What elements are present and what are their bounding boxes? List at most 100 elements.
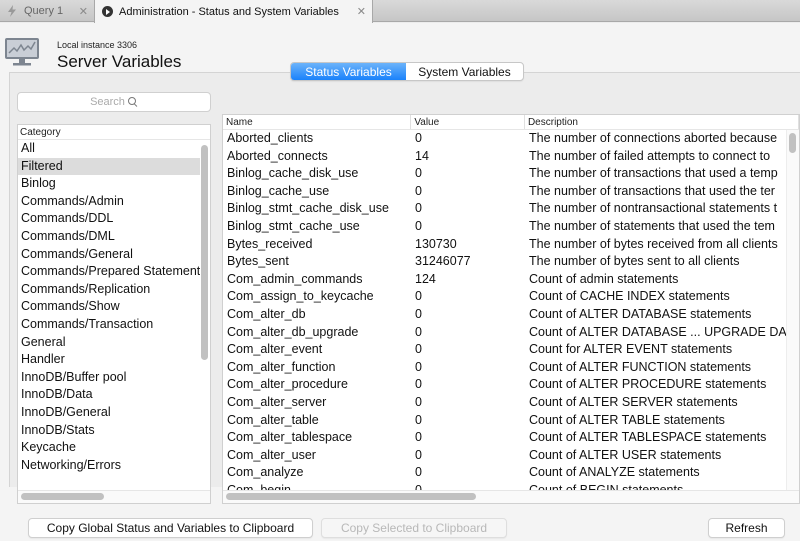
tab-administration[interactable]: Administration - Status and System Varia…: [94, 0, 373, 23]
category-list: Category All Filtered Binlog Commands/Admin…: [17, 124, 211, 504]
lightning-icon: [6, 5, 18, 17]
cell-description: Count of ALTER TABLESPACE statements: [529, 430, 767, 445]
category-item[interactable]: Commands/Replication: [18, 281, 200, 299]
copy-selected-button[interactable]: Copy Selected to Clipboard: [321, 518, 507, 538]
category-item[interactable]: InnoDB/Data: [18, 386, 200, 404]
copy-global-button[interactable]: Copy Global Status and Variables to Clip…: [28, 518, 313, 538]
cell-description: Count of ALTER PROCEDURE statements: [529, 377, 767, 392]
category-horizontal-scroll-track: [18, 490, 210, 503]
table-row[interactable]: Com_assign_to_keycache 0 Count of CACHE IN…: [223, 288, 799, 306]
category-item[interactable]: General: [18, 334, 200, 352]
cell-value: 0: [415, 447, 422, 462]
table-row[interactable]: Com_alter_function 0 Count of ALTER FUNCTI…: [223, 359, 799, 377]
cell-name: Binlog_cache_use: [227, 183, 330, 198]
category-header: Category: [18, 125, 210, 140]
table-row[interactable]: Com_alter_procedure 0 Count of ALTER PROCE…: [223, 376, 799, 394]
table-row[interactable]: Com_alter_table 0 Count of ALTER TABLE sta…: [223, 412, 799, 430]
refresh-button[interactable]: Refresh: [708, 518, 785, 538]
instance-label: Local instance 3306: [57, 40, 138, 50]
category-horizontal-scrollbar[interactable]: [21, 493, 104, 500]
column-header-value[interactable]: Value: [411, 115, 525, 129]
variables-segmented-control: Status Variables System Variables: [290, 62, 524, 81]
cell-description: Count of ANALYZE statements: [529, 465, 700, 480]
tab-status-variables[interactable]: Status Variables: [291, 63, 406, 80]
table-horizontal-scrollbar[interactable]: [226, 493, 476, 500]
search-placeholder: Search: [90, 96, 125, 108]
category-item[interactable]: All: [18, 140, 200, 158]
table-header: Name Value Description: [223, 115, 799, 130]
table-row[interactable]: Com_analyze 0 Count of ANALYZE statements: [223, 464, 799, 482]
category-item[interactable]: Binlog: [18, 175, 200, 193]
cell-description: Count of ALTER SERVER statements: [529, 394, 738, 409]
search-icon: [127, 97, 138, 107]
category-item[interactable]: Commands/DML: [18, 228, 200, 246]
table-row[interactable]: Com_alter_db 0 Count of ALTER DATABASE sta…: [223, 306, 799, 324]
category-item[interactable]: Networking/Errors: [18, 457, 200, 475]
tab-bar: Query 1 ✕ Administration - Status and Sy…: [0, 0, 800, 23]
category-item[interactable]: Commands/Prepared Statements: [18, 263, 200, 281]
cell-description: Count of ALTER TABLE statements: [529, 412, 725, 427]
cell-value: 0: [415, 412, 422, 427]
table-row[interactable]: Com_admin_commands 124 Count of admin stat…: [223, 271, 799, 289]
category-item[interactable]: Filtered: [18, 157, 200, 176]
category-item[interactable]: InnoDB/Buffer pool: [18, 369, 200, 387]
cell-value: 0: [415, 306, 422, 321]
table-row[interactable]: Com_alter_db_upgrade 0 Count of ALTER DATA…: [223, 324, 799, 342]
category-item[interactable]: Handler: [18, 351, 200, 369]
cell-description: The number of failed attempts to connect…: [529, 148, 771, 163]
table-row[interactable]: Com_alter_user 0 Count of ALTER USER state…: [223, 447, 799, 465]
tab-label: Administration - Status and System Varia…: [119, 5, 339, 18]
cell-description: The number of bytes sent to all clients: [529, 254, 740, 269]
table-row[interactable]: Bytes_received 130730 The number of bytes …: [223, 236, 799, 254]
cell-value: 31246077: [415, 254, 471, 269]
table-vertical-scrollbar[interactable]: [789, 133, 796, 153]
category-item[interactable]: InnoDB/Stats: [18, 422, 200, 440]
cell-name: Com_alter_event: [227, 342, 323, 357]
cell-value: 0: [415, 183, 422, 198]
close-icon[interactable]: ✕: [79, 5, 88, 18]
table-row[interactable]: Com_alter_event 0 Count for ALTER EVENT st…: [223, 341, 799, 359]
cell-name: Binlog_stmt_cache_disk_use: [227, 201, 389, 216]
cell-description: Count of ALTER USER statements: [529, 447, 722, 462]
table-row[interactable]: Aborted_clients 0 The number of connection…: [223, 130, 799, 148]
category-item[interactable]: Commands/DDL: [18, 210, 200, 228]
category-item[interactable]: Commands/Transaction: [18, 316, 200, 334]
tab-system-variables[interactable]: System Variables: [406, 63, 523, 80]
table-row[interactable]: Bytes_sent 31246077 The number of bytes se…: [223, 253, 799, 271]
cell-value: 0: [415, 166, 422, 181]
cell-description: The number of bytes received from all cl…: [529, 236, 778, 251]
table-horizontal-scroll-track: [223, 490, 799, 503]
table-row[interactable]: Aborted_connects 14 The number of failed a…: [223, 148, 799, 166]
category-item[interactable]: Commands/General: [18, 246, 200, 264]
cell-value: 0: [415, 324, 422, 339]
cell-name: Binlog_cache_disk_use: [227, 166, 359, 181]
cell-description: Count of ALTER FUNCTION statements: [529, 359, 752, 374]
cell-name: Com_alter_function: [227, 359, 336, 374]
table-row[interactable]: Binlog_stmt_cache_disk_use 0 The number of…: [223, 200, 799, 218]
table-row[interactable]: Binlog_stmt_cache_use 0 The number of stat…: [223, 218, 799, 236]
column-header-description[interactable]: Description: [525, 115, 799, 129]
cell-name: Com_alter_user: [227, 447, 316, 462]
close-icon[interactable]: ✕: [357, 5, 366, 18]
variables-table: Name Value Description Aborted_clients 0 T…: [222, 114, 800, 504]
table-row[interactable]: Com_alter_server 0 Count of ALTER SERVER s…: [223, 394, 799, 412]
category-item[interactable]: InnoDB/General: [18, 404, 200, 422]
monitor-chart-icon: [4, 37, 40, 67]
cell-name: Com_alter_db_upgrade: [227, 324, 359, 339]
play-circle-icon: [101, 6, 113, 18]
cell-value: 0: [415, 201, 422, 216]
tab-query-1[interactable]: Query 1 ✕: [0, 0, 94, 22]
category-item[interactable]: Commands/Admin: [18, 193, 200, 211]
cell-name: Com_analyze: [227, 465, 304, 480]
table-row[interactable]: Binlog_cache_use 0 The number of transacti…: [223, 183, 799, 201]
table-row[interactable]: Binlog_cache_disk_use 0 The number of tran…: [223, 165, 799, 183]
cell-value: 0: [415, 394, 422, 409]
category-vertical-scrollbar[interactable]: [201, 145, 208, 360]
search-input[interactable]: Search: [17, 92, 211, 112]
table-row[interactable]: Com_alter_tablespace 0 Count of ALTER TABL…: [223, 429, 799, 447]
column-header-name[interactable]: Name: [223, 115, 412, 129]
category-item[interactable]: Commands/Show: [18, 298, 200, 316]
cell-description: The number of transactions that used the…: [529, 183, 775, 198]
category-item[interactable]: Keycache: [18, 439, 200, 457]
cell-description: Count of CACHE INDEX statements: [529, 289, 730, 304]
